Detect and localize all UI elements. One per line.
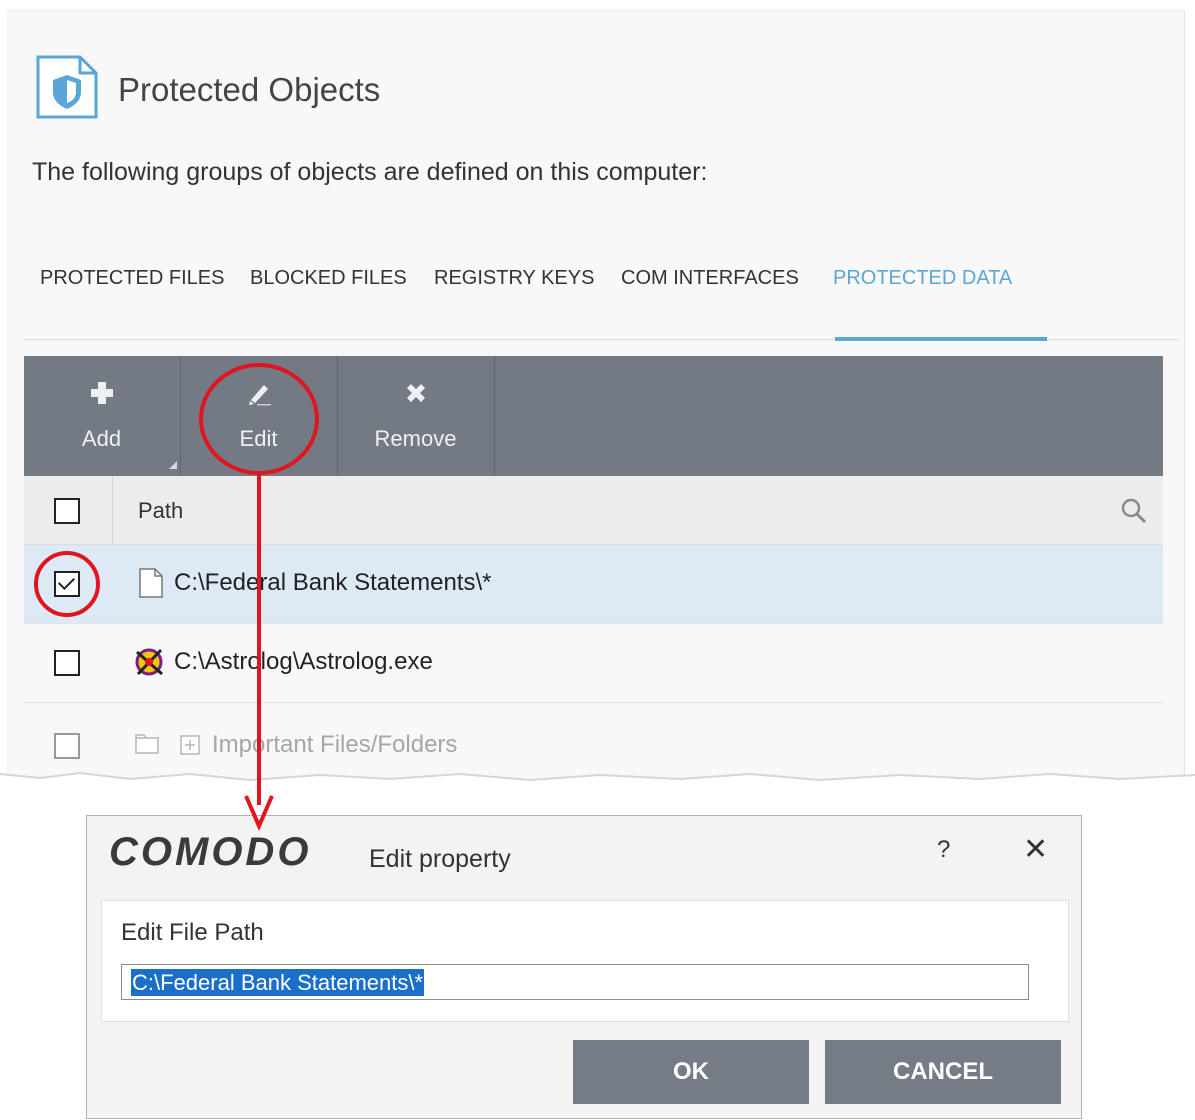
remove-label: Remove [374,426,457,451]
close-icon[interactable]: ✕ [1023,832,1048,867]
select-all-checkbox[interactable] [54,498,80,524]
row-path: Important Files/Folders [212,731,458,758]
plus-icon [90,382,113,404]
column-divider [112,476,113,544]
table-row[interactable]: C:\Astrolog\Astrolog.exe [24,624,1163,703]
edit-file-path-label: Edit File Path [121,919,264,946]
page-title: Protected Objects [118,71,381,108]
torn-edge [0,771,1195,790]
comodo-logo: COMODO [109,830,312,874]
file-path-value: C:\Federal Bank Statements\* [131,969,425,996]
search-icon[interactable] [1120,497,1148,525]
dialog-title: Edit property [369,845,511,873]
row-checkbox[interactable] [54,733,80,759]
tab-blocked-files[interactable]: BLOCKED FILES [250,267,407,290]
table-row[interactable]: C:\Federal Bank Statements\* [24,545,1163,624]
protected-objects-panel: Protected Objects The following groups o… [6,10,1185,781]
tab-bar: PROTECTED FILES BLOCKED FILES REGISTRY K… [24,263,1179,341]
tab-com-interfaces[interactable]: COM INTERFACES [621,267,799,290]
astrolog-app-icon [135,648,163,676]
x-icon [406,384,425,402]
path-column-header[interactable]: Path [138,498,183,524]
folder-group-icon [135,734,159,754]
remove-button[interactable]: Remove [338,356,493,476]
add-label: Add [81,426,122,451]
file-icon [139,568,163,598]
dropdown-caret-icon[interactable] [169,461,177,469]
expand-plus-icon[interactable] [180,735,200,755]
dialog-body: Edit File Path C:\Federal Bank Statement… [101,900,1069,1022]
tab-protected-files[interactable]: PROTECTED FILES [40,267,224,290]
pencil-icon [248,385,271,406]
row-checkbox[interactable] [54,571,80,597]
cancel-button[interactable]: CANCEL [825,1040,1061,1104]
tab-registry-keys[interactable]: REGISTRY KEYS [434,267,594,290]
table-header: Path [24,476,1163,545]
row-path: C:\Federal Bank Statements\* [174,569,492,596]
page-subtitle: The following groups of objects are defi… [32,158,708,186]
edit-button[interactable]: Edit [181,356,336,476]
ok-button[interactable]: OK [573,1040,809,1104]
toolbar-divider [494,356,495,476]
toolbar: Add Edit Remove [24,356,1163,476]
help-button[interactable]: ? [937,836,950,864]
tab-protected-data[interactable]: PROTECTED DATA [833,267,1012,290]
row-path: C:\Astrolog\Astrolog.exe [174,648,433,675]
shield-document-icon [36,55,98,119]
edit-property-dialog: COMODO Edit property ? ✕ Edit File Path … [86,815,1082,1119]
row-checkbox[interactable] [54,650,80,676]
edit-label: Edit [239,426,278,451]
file-path-input[interactable]: C:\Federal Bank Statements\* [121,964,1029,1000]
add-button[interactable]: Add [24,356,179,476]
active-tab-indicator [835,337,1047,341]
